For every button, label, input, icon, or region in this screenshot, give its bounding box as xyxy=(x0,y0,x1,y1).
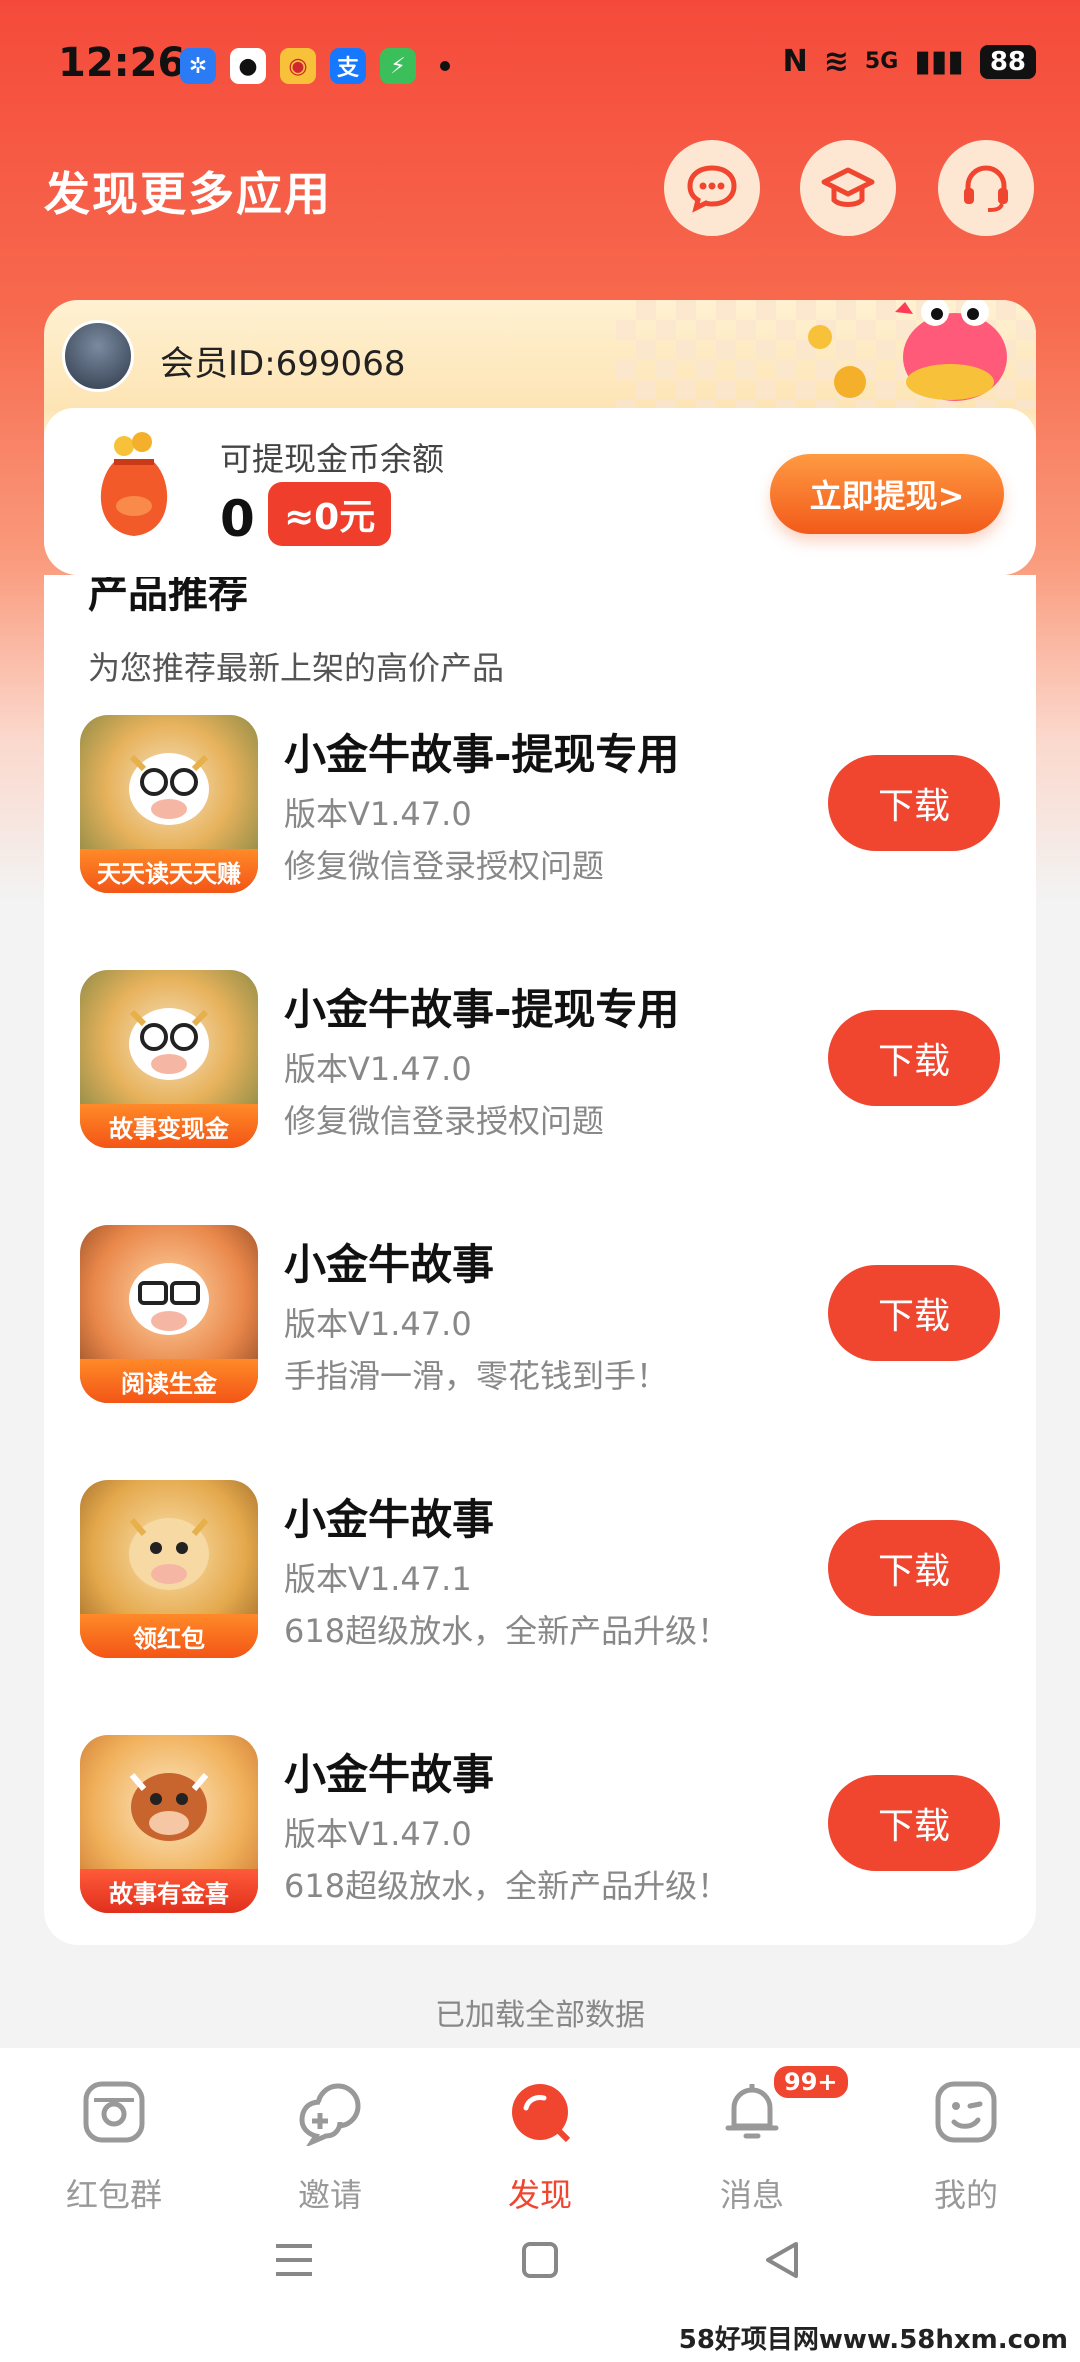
message-button[interactable] xyxy=(664,140,760,236)
shield-icon: ⚡ xyxy=(380,48,416,84)
app-icon: 故事有金喜 xyxy=(80,1735,258,1913)
wifi-icon: ≋ xyxy=(823,44,849,79)
mascot-crab-icon xyxy=(808,300,1007,401)
unread-badge: 99+ xyxy=(772,2064,850,2100)
notification-dot-icon xyxy=(440,61,450,71)
tab-messages[interactable]: 99+ 消息 xyxy=(662,2064,850,2228)
alipay-icon: 支 xyxy=(330,48,366,84)
section-subtitle: 为您推荐最新上架的高价产品 xyxy=(88,649,505,687)
cow-mascot-icon xyxy=(129,1773,209,1841)
status-indicators: N ≋ 5G ▮▮▮ 88 xyxy=(783,44,1036,79)
app-badge: 阅读生金 xyxy=(80,1359,258,1403)
network-type: 5G xyxy=(864,49,899,74)
qq-icon: ● xyxy=(230,48,266,84)
system-nav-bar xyxy=(0,2230,1080,2300)
app-badge: 故事变现金 xyxy=(80,1104,258,1148)
camera-icon xyxy=(83,2081,145,2143)
wink-face-icon xyxy=(935,2081,997,2143)
status-time: 12:26 xyxy=(58,40,186,86)
coin-balance-label: 可提现金币余额 xyxy=(220,440,445,478)
app-name: 小金牛故事 xyxy=(284,1495,495,1544)
download-button[interactable]: 下载 xyxy=(828,755,1000,851)
battery-level: 88 xyxy=(979,44,1036,79)
app-name: 小金牛故事 xyxy=(284,1240,495,1289)
download-button[interactable]: 下载 xyxy=(828,1265,1000,1361)
pinwheel-icon: ✲ xyxy=(180,48,216,84)
customer-service-button[interactable] xyxy=(938,140,1034,236)
discover-icon xyxy=(512,2084,571,2143)
list-item[interactable]: 故事变现金 小金牛故事-提现专用 版本V1.47.0 修复微信登录授权问题 下载 xyxy=(80,970,1000,1170)
avatar[interactable] xyxy=(62,320,134,392)
cow-mascot-icon xyxy=(129,1518,209,1590)
nfc-icon: N xyxy=(782,44,808,79)
app-version: 版本V1.47.0 xyxy=(284,1305,472,1343)
status-app-icons: ✲ ● ◉ 支 ⚡ xyxy=(180,48,450,84)
signal-icon: ▮▮▮ xyxy=(914,44,964,79)
bottom-nav: 红包群 邀请 发现 99+ 消息 我的 xyxy=(0,2048,1080,2362)
app-name: 小金牛故事-提现专用 xyxy=(284,985,680,1034)
tab-discover[interactable]: 发现 xyxy=(450,2078,630,2228)
tutorial-button[interactable] xyxy=(800,140,896,236)
app-description: 修复微信登录授权问题 xyxy=(284,847,605,885)
app-description: 手指滑一滑，零花钱到手！ xyxy=(284,1357,669,1395)
chat-plus-icon xyxy=(299,2083,361,2146)
home-square-icon[interactable] xyxy=(510,2230,570,2290)
tab-profile[interactable]: 我的 xyxy=(876,2078,1056,2228)
chat-bubble-icon xyxy=(687,165,737,213)
status-bar: 12:26 ✲ ● ◉ 支 ⚡ N ≋ 5G ▮▮▮ 88 xyxy=(0,0,1080,130)
nav-label: 红包群 xyxy=(65,2176,162,2214)
app-description: 修复微信登录授权问题 xyxy=(284,1102,605,1140)
tab-invite[interactable]: 邀请 xyxy=(240,2078,420,2228)
graduation-cap-icon xyxy=(821,167,875,207)
member-card: 会员ID:699068 可提现金币余额 0 ≈0元 立即提现> xyxy=(44,300,1036,575)
coin-rmb-value: ≈0元 xyxy=(268,482,392,546)
back-triangle-icon[interactable] xyxy=(752,2230,812,2290)
weibo-icon: ◉ xyxy=(280,48,316,84)
cow-mascot-icon xyxy=(129,753,209,825)
watermark: 58好项目网www.58hxm.com xyxy=(672,2319,1074,2356)
download-button[interactable]: 下载 xyxy=(828,1775,1000,1871)
page-title: 发现更多应用 xyxy=(44,167,332,221)
list-item[interactable]: 故事有金喜 小金牛故事 版本V1.47.0 618超级放水，全新产品升级！ 下载 xyxy=(80,1735,1000,1935)
list-item[interactable]: 阅读生金 小金牛故事 版本V1.47.0 手指滑一滑，零花钱到手！ 下载 xyxy=(80,1225,1000,1425)
app-badge: 领红包 xyxy=(80,1614,258,1658)
nav-label: 消息 xyxy=(719,2176,784,2214)
tab-red-packet-group[interactable]: 红包群 xyxy=(24,2078,204,2228)
app-icon: 领红包 xyxy=(80,1480,258,1658)
app-version: 版本V1.47.1 xyxy=(284,1560,472,1598)
nav-label: 我的 xyxy=(933,2176,998,2214)
app-icon: 故事变现金 xyxy=(80,970,258,1148)
nav-label: 发现 xyxy=(507,2176,572,2214)
app-version: 版本V1.47.0 xyxy=(284,1815,472,1853)
app-version: 版本V1.47.0 xyxy=(284,1050,472,1088)
nav-label: 邀请 xyxy=(297,2176,362,2214)
app-description: 618超级放水，全新产品升级！ xyxy=(284,1867,730,1905)
menu-icon[interactable] xyxy=(264,2230,324,2290)
headset-icon xyxy=(964,165,1008,212)
cow-mascot-icon xyxy=(129,1008,209,1080)
app-icon: 阅读生金 xyxy=(80,1225,258,1403)
app-name: 小金牛故事-提现专用 xyxy=(284,730,680,779)
app-badge: 天天读天天赚 xyxy=(80,849,258,893)
app-description: 618超级放水，全新产品升级！ xyxy=(284,1612,730,1650)
money-bag-icon xyxy=(100,432,168,536)
app-icon: 天天读天天赚 xyxy=(80,715,258,893)
app-badge: 故事有金喜 xyxy=(80,1869,258,1913)
member-id: 会员ID:699068 xyxy=(160,344,406,384)
product-list-card: 产品推荐 为您推荐最新上架的高价产品 天天读天天赚 小金牛故事-提现专用 版本V… xyxy=(44,575,1036,1945)
download-button[interactable]: 下载 xyxy=(828,1520,1000,1616)
withdraw-button[interactable]: 立即提现> xyxy=(770,454,1004,534)
coin-balance-value: 0 xyxy=(220,490,255,548)
list-item[interactable]: 天天读天天赚 小金牛故事-提现专用 版本V1.47.0 修复微信登录授权问题 下… xyxy=(80,715,1000,915)
download-button[interactable]: 下载 xyxy=(828,1010,1000,1106)
cow-mascot-icon xyxy=(129,1263,209,1335)
app-version: 版本V1.47.0 xyxy=(284,795,472,833)
list-item[interactable]: 领红包 小金牛故事 版本V1.47.1 618超级放水，全新产品升级！ 下载 xyxy=(80,1480,1000,1680)
coin-balance-row: 可提现金币余额 0 ≈0元 立即提现> xyxy=(44,408,1036,575)
loaded-all-text: 已加载全部数据 xyxy=(435,1998,645,2033)
app-name: 小金牛故事 xyxy=(284,1750,495,1799)
